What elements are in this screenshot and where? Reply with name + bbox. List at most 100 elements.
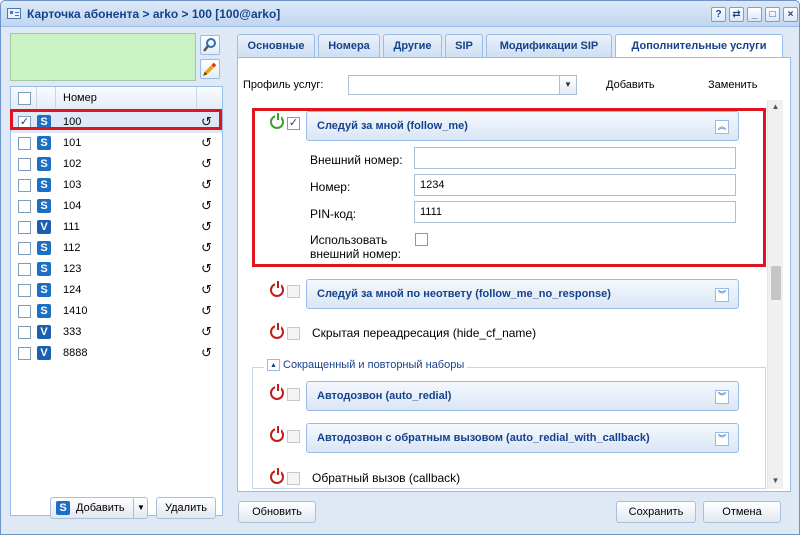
chevron-down-icon[interactable]: ▼ <box>559 76 576 94</box>
vertical-scrollbar[interactable]: ▲ ▼ <box>767 100 783 489</box>
history-icon[interactable]: ↺ <box>201 345 212 361</box>
tab-sip-modifications[interactable]: Модификации SIP <box>486 34 612 58</box>
subscriber-type-icon: S <box>37 241 51 255</box>
hide-cf-name-title: Скрытая переадресация (hide_cf_name) <box>312 326 537 340</box>
row-checkbox[interactable] <box>18 158 31 171</box>
tab-additional-services[interactable]: Дополнительные услуги <box>615 34 783 59</box>
search-button[interactable] <box>200 35 220 55</box>
scroll-up-icon[interactable]: ▲ <box>768 100 783 114</box>
row-checkbox[interactable] <box>18 347 31 360</box>
follow-me-no-response-checkbox[interactable] <box>287 285 300 298</box>
subscriber-type-icon: S <box>56 501 70 515</box>
power-off-icon[interactable] <box>270 281 284 297</box>
row-checkbox[interactable] <box>18 284 31 297</box>
minimize-button[interactable]: _ <box>747 7 762 22</box>
expand-icon[interactable]: ︾ <box>715 432 729 446</box>
hide-cf-name-checkbox[interactable] <box>287 327 300 340</box>
row-checkbox[interactable] <box>18 242 31 255</box>
table-row[interactable]: S 1410 ↺ <box>11 301 222 322</box>
restore-icon-button[interactable]: ⇄ <box>729 7 744 22</box>
table-row[interactable]: V 333 ↺ <box>11 322 222 343</box>
subscriber-number: 123 <box>63 263 82 275</box>
subscriber-number: 333 <box>63 326 82 338</box>
save-button[interactable]: Сохранить <box>616 501 696 523</box>
expand-icon[interactable]: ︾ <box>715 288 729 302</box>
table-row[interactable]: S 102 ↺ <box>11 154 222 175</box>
history-icon[interactable]: ↺ <box>201 303 212 319</box>
redial-group-title: Сокращенный и повторный наборы <box>283 359 465 371</box>
subscriber-number: 101 <box>63 137 82 149</box>
auto-redial-header[interactable]: Автодозвон (auto_redial) ︾ <box>306 381 739 411</box>
card-icon <box>7 8 21 19</box>
tab-numbers[interactable]: Номера <box>318 34 380 58</box>
history-icon[interactable]: ↺ <box>201 156 212 172</box>
number-column-header[interactable]: Номер <box>63 92 97 104</box>
history-icon[interactable]: ↺ <box>201 135 212 151</box>
row-checkbox[interactable] <box>18 326 31 339</box>
cancel-button[interactable]: Отмена <box>703 501 781 523</box>
chevron-down-icon[interactable]: ▼ <box>137 498 145 518</box>
profile-replace-button[interactable]: Заменить <box>708 79 757 91</box>
row-checkbox[interactable] <box>18 179 31 192</box>
close-button[interactable]: × <box>783 7 798 22</box>
title-bar[interactable]: Карточка абонента > arko > 100 [100@arko… <box>1 1 799 27</box>
profile-add-button[interactable]: Добавить <box>606 79 655 91</box>
expand-icon[interactable]: ︾ <box>715 390 729 404</box>
history-icon[interactable]: ↺ <box>201 177 212 193</box>
auto-redial-title: Автодозвон (auto_redial) <box>317 390 452 402</box>
power-off-icon[interactable] <box>270 384 284 400</box>
scroll-down-icon[interactable]: ▼ <box>768 474 783 488</box>
refresh-button[interactable]: Обновить <box>238 501 316 523</box>
delete-subscriber-button[interactable]: Удалить <box>156 497 216 519</box>
select-all-checkbox[interactable] <box>18 92 31 105</box>
subscriber-number: 104 <box>63 200 82 212</box>
edit-button[interactable] <box>200 59 220 79</box>
subscriber-type-icon: V <box>37 325 51 339</box>
filter-area[interactable] <box>10 33 196 81</box>
history-icon[interactable]: ↺ <box>201 282 212 298</box>
subscriber-number: 1410 <box>63 305 88 317</box>
subscriber-number: 8888 <box>63 347 88 359</box>
maximize-button[interactable]: □ <box>765 7 780 22</box>
subscriber-grid: Номер ✓ S 100 ↺ S 101 ↺ S 102 ↺ S 103 ↺ S 104 ↺ V 111 ↺ S 11… <box>10 86 223 516</box>
table-row[interactable]: V 111 ↺ <box>11 217 222 238</box>
callback-checkbox[interactable] <box>287 472 300 485</box>
power-off-icon[interactable] <box>270 426 284 442</box>
row-checkbox[interactable] <box>18 221 31 234</box>
row-checkbox[interactable] <box>18 263 31 276</box>
collapse-group-icon[interactable]: ▲ <box>267 359 280 372</box>
tab-basic[interactable]: Основные <box>237 34 315 58</box>
follow-me-no-response-header[interactable]: Следуй за мной по неответу (follow_me_no… <box>306 279 739 309</box>
scrollbar-thumb[interactable] <box>771 266 781 300</box>
auto-redial-checkbox[interactable] <box>287 388 300 401</box>
power-off-icon[interactable] <box>270 323 284 339</box>
subscriber-type-icon: V <box>37 346 51 360</box>
table-row[interactable]: S 101 ↺ <box>11 133 222 154</box>
add-subscriber-button[interactable]: S Добавить ▼ <box>50 497 148 519</box>
table-row[interactable]: S 112 ↺ <box>11 238 222 259</box>
row-checkbox[interactable] <box>18 137 31 150</box>
row-checkbox[interactable] <box>18 305 31 318</box>
service-profile-combo[interactable]: ▼ <box>348 75 577 95</box>
history-icon[interactable]: ↺ <box>201 240 212 256</box>
tab-other[interactable]: Другие <box>383 34 442 58</box>
history-icon[interactable]: ↺ <box>201 198 212 214</box>
selected-row-highlight <box>10 109 222 130</box>
window-title: Карточка абонента > arko > 100 [100@arko… <box>27 7 281 21</box>
auto-redial-callback-header[interactable]: Автодозвон с обратным вызовом (auto_redi… <box>306 423 739 453</box>
table-row[interactable]: S 103 ↺ <box>11 175 222 196</box>
power-off-icon[interactable] <box>270 468 284 484</box>
table-row[interactable]: S 124 ↺ <box>11 280 222 301</box>
table-row[interactable]: S 104 ↺ <box>11 196 222 217</box>
history-icon[interactable]: ↺ <box>201 324 212 340</box>
row-checkbox[interactable] <box>18 200 31 213</box>
help-button[interactable]: ? <box>711 7 726 22</box>
tab-sip[interactable]: SIP <box>445 34 483 58</box>
table-row[interactable]: V 8888 ↺ <box>11 343 222 364</box>
history-icon[interactable]: ↺ <box>201 219 212 235</box>
subscriber-number: 102 <box>63 158 82 170</box>
history-icon[interactable]: ↺ <box>201 261 212 277</box>
auto-redial-callback-checkbox[interactable] <box>287 430 300 443</box>
table-row[interactable]: S 123 ↺ <box>11 259 222 280</box>
redial-group-legend[interactable]: ▲ Сокращенный и повторный наборы <box>264 359 468 372</box>
